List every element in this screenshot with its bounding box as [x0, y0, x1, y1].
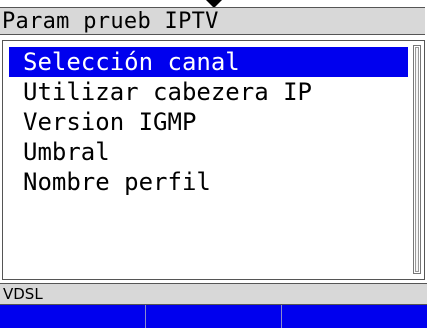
scrollbar[interactable]: [413, 45, 421, 274]
scrollbar-thumb[interactable]: [415, 47, 419, 272]
softkey-1[interactable]: [0, 305, 146, 328]
device-screen: Param prueb IPTV Selección canal Utiliza…: [0, 0, 427, 328]
softkey-3[interactable]: [282, 305, 427, 328]
menu-item-label: Version IGMP: [23, 108, 197, 136]
menu-item-igmp-version[interactable]: Version IGMP: [9, 107, 409, 137]
menu-item-label: Umbral: [23, 138, 110, 166]
menu-list: Selección canal Utilizar cabezera IP Ver…: [9, 47, 409, 197]
menu-item-profile-name[interactable]: Nombre perfil: [9, 167, 409, 197]
menu-item-label: Selección canal: [23, 48, 240, 76]
status-bar: VDSL: [0, 283, 427, 305]
menu-item-label: Nombre perfil: [23, 168, 211, 196]
menu-item-label: Utilizar cabezera IP: [23, 78, 312, 106]
page-title: Param prueb IPTV: [2, 9, 219, 34]
title-bar: Param prueb IPTV: [0, 7, 425, 35]
menu-panel: Selección canal Utilizar cabezera IP Ver…: [2, 40, 425, 280]
softkey-2[interactable]: [146, 305, 282, 328]
status-text: VDSL: [3, 285, 43, 303]
menu-item-threshold[interactable]: Umbral: [9, 137, 409, 167]
menu-item-channel-selection[interactable]: Selección canal: [9, 47, 408, 77]
softkey-bar: [0, 305, 427, 328]
menu-item-use-ip-header[interactable]: Utilizar cabezera IP: [9, 77, 409, 107]
